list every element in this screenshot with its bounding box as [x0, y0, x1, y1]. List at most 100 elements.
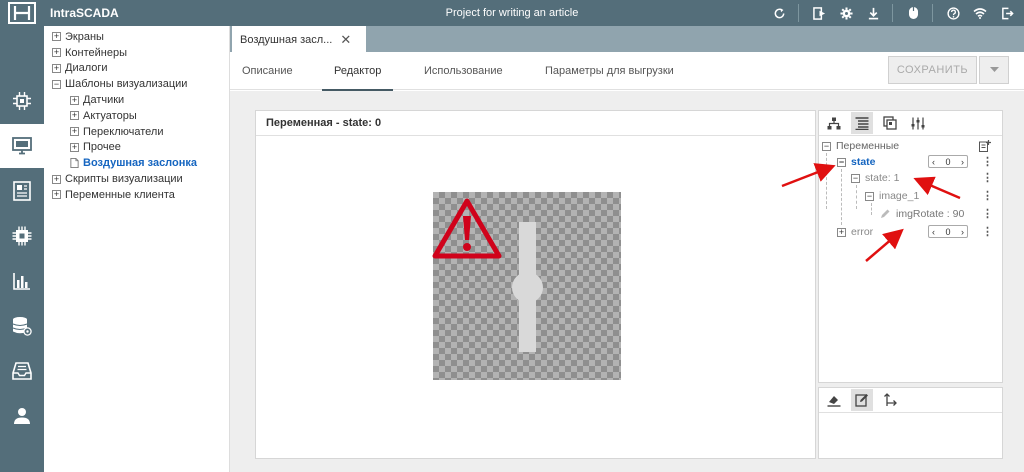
move-icon — [884, 393, 897, 406]
chevron-down-icon — [989, 67, 999, 72]
tab-description[interactable]: Описание — [242, 52, 293, 90]
rail-item-archive[interactable] — [0, 349, 44, 393]
divider — [932, 4, 933, 22]
tree-item-label: Контейнеры — [65, 46, 127, 59]
more-icon[interactable]: ⋮ — [982, 208, 993, 220]
app-title: IntraSCADA — [50, 6, 119, 20]
save-button[interactable]: СОХРАНИТЬ — [888, 56, 977, 84]
tab-library[interactable] — [879, 112, 901, 134]
tab-variables[interactable] — [851, 112, 873, 134]
mouse-icon[interactable] — [902, 2, 924, 24]
rail-item-database[interactable] — [0, 304, 44, 348]
rail-item-hardware[interactable] — [0, 79, 44, 123]
more-icon[interactable]: ⋮ — [982, 190, 993, 202]
tab-usage[interactable]: Использование — [424, 52, 503, 90]
collapse-icon[interactable]: − — [837, 157, 846, 167]
expand-icon[interactable]: + — [70, 111, 79, 121]
tree-item-switches[interactable]: + Переключатели — [44, 124, 229, 140]
damper-knob — [512, 272, 543, 303]
archive-icon — [12, 362, 32, 380]
tree-item-client-variables[interactable]: + Переменные клиента — [44, 187, 229, 203]
download-icon[interactable] — [862, 2, 884, 24]
rail-item-reports[interactable] — [0, 259, 44, 303]
tree-item-containers[interactable]: + Контейнеры — [44, 45, 229, 61]
rail-item-documents[interactable] — [0, 169, 44, 213]
document-tabs: Воздушная засл... ✕ — [230, 26, 1024, 53]
pencil-icon — [881, 209, 890, 218]
template-preview[interactable] — [432, 192, 621, 380]
collapse-icon[interactable]: − — [865, 191, 874, 201]
element-image-1[interactable]: − image_1 — [865, 188, 919, 204]
tab-style[interactable] — [823, 389, 845, 411]
expand-icon[interactable]: + — [70, 95, 79, 105]
more-icon[interactable]: ⋮ — [982, 226, 993, 238]
app-logo-icon[interactable] — [0, 0, 44, 26]
increment-icon[interactable]: › — [961, 157, 964, 167]
sliders-icon — [911, 117, 925, 129]
tree-item-label: Шаблоны визуализации — [65, 78, 188, 91]
expand-icon[interactable]: + — [70, 142, 79, 152]
tab-editor[interactable]: Редактор — [321, 52, 394, 91]
device-mode-icon[interactable] — [808, 2, 830, 24]
tab-edit[interactable] — [851, 389, 873, 411]
expand-icon[interactable]: + — [70, 127, 79, 137]
tab-hierarchy[interactable] — [823, 112, 845, 134]
tree-item-screens[interactable]: + Экраны — [44, 29, 229, 45]
variable-state-1[interactable]: − state: 1 — [851, 170, 899, 186]
property-img-rotate[interactable]: imgRotate : 90 — [880, 206, 964, 222]
stepper-value: 0 — [945, 226, 951, 237]
tab-move[interactable] — [879, 389, 901, 411]
save-dropdown-button[interactable] — [979, 56, 1009, 84]
tree-guide — [871, 203, 872, 215]
tab-settings[interactable] — [907, 112, 929, 134]
wifi-icon[interactable] — [969, 2, 991, 24]
add-variable-icon[interactable] — [979, 140, 991, 152]
hierarchy-icon — [827, 117, 841, 129]
more-icon[interactable]: ⋮ — [982, 156, 993, 168]
tree-item-scripts[interactable]: + Скрипты визуализации — [44, 171, 229, 187]
element-label: image_1 — [879, 190, 920, 202]
more-icon[interactable]: ⋮ — [982, 172, 993, 184]
expand-icon[interactable]: + — [52, 48, 61, 58]
collapse-icon[interactable]: − — [52, 79, 61, 89]
help-icon[interactable] — [942, 2, 964, 24]
decrement-icon[interactable]: ‹ — [932, 227, 935, 237]
tab-export-params[interactable]: Параметры для выгрузки — [545, 52, 674, 90]
tree-item-sensors[interactable]: + Датчики — [44, 92, 229, 108]
collapse-icon[interactable]: − — [851, 173, 860, 183]
tree-item-templates[interactable]: − Шаблоны визуализации — [44, 76, 229, 92]
expand-icon[interactable]: + — [837, 227, 846, 237]
tab-air-damper[interactable]: Воздушная засл... ✕ — [232, 26, 366, 53]
tree-item-label: Экраны — [65, 30, 104, 43]
expand-icon[interactable]: + — [52, 174, 61, 184]
tree-item-actuators[interactable]: + Актуаторы — [44, 108, 229, 124]
warning-icon — [432, 198, 502, 259]
close-icon[interactable]: ✕ — [340, 32, 351, 48]
editor-subtabs: Описание Редактор Использование Параметр… — [230, 52, 1024, 91]
refresh-icon[interactable] — [768, 2, 790, 24]
collapse-icon[interactable]: − — [822, 141, 831, 151]
tree-item-other[interactable]: + Прочее — [44, 140, 229, 156]
rail-item-visualization[interactable] — [0, 124, 44, 168]
expand-icon[interactable]: + — [52, 63, 61, 73]
tree-guide — [826, 153, 827, 209]
increment-icon[interactable]: › — [961, 227, 964, 237]
rail-item-users[interactable] — [0, 394, 44, 438]
property-label: imgRotate : 90 — [896, 208, 965, 220]
decrement-icon[interactable]: ‹ — [932, 157, 935, 167]
expand-icon[interactable]: + — [52, 190, 61, 200]
variables-root[interactable]: − Переменные — [822, 138, 899, 154]
variable-error[interactable]: + error — [837, 224, 873, 240]
edit-icon — [855, 394, 868, 407]
tree-item-air-damper[interactable]: Воздушная заслонка — [44, 155, 229, 171]
state-stepper[interactable]: ‹ 0 › — [928, 155, 968, 168]
variables-panel: − Переменные − state ‹ 0 › ⋮ − state: 1 … — [818, 110, 1003, 383]
settings-icon[interactable] — [835, 2, 857, 24]
logout-icon[interactable] — [996, 2, 1018, 24]
error-stepper[interactable]: ‹ 0 › — [928, 225, 968, 238]
expand-icon[interactable]: + — [52, 32, 61, 42]
variable-state[interactable]: − state — [837, 154, 876, 170]
rail-item-modules[interactable] — [0, 214, 44, 258]
variables-root-label: Переменные — [836, 140, 900, 152]
tree-item-dialogs[interactable]: + Диалоги — [44, 61, 229, 77]
